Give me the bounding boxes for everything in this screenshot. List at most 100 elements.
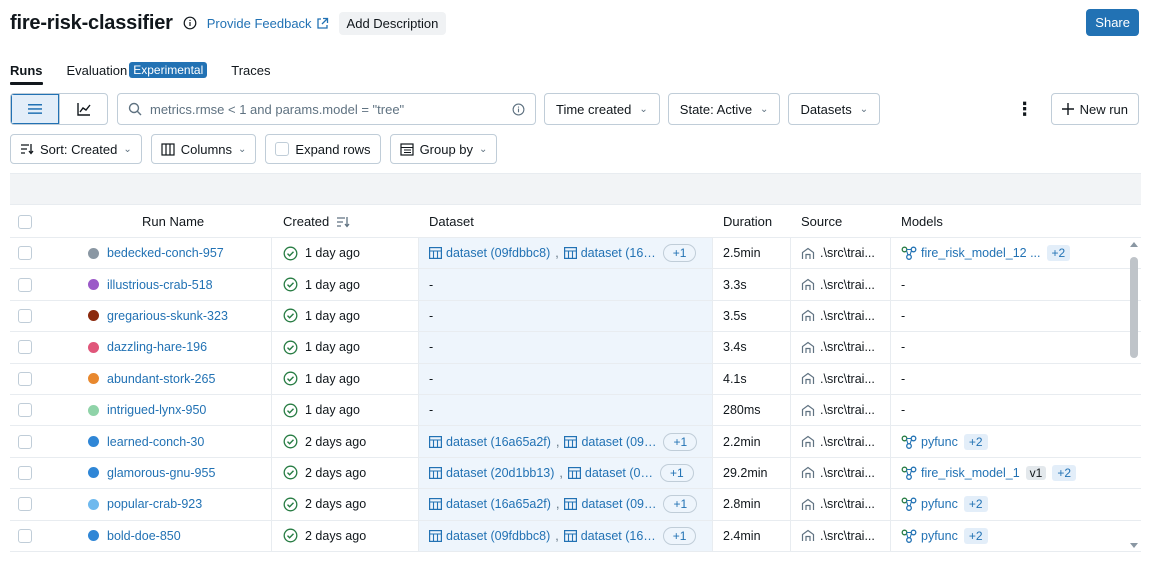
run-color-dot[interactable]	[88, 498, 99, 510]
dataset-link[interactable]: dataset (09fdbbc8)	[429, 246, 550, 260]
sort-dropdown[interactable]: Sort: Created ⌄	[10, 134, 142, 164]
model-link[interactable]: fire_risk_model_12 ...	[901, 246, 1041, 260]
run-name-link[interactable]: bedecked-conch-957	[107, 246, 224, 260]
run-name-link[interactable]: dazzling-hare-196	[107, 340, 207, 354]
run-name-link[interactable]: illustrious-crab-518	[107, 278, 213, 292]
more-datasets-button[interactable]: +1	[662, 526, 697, 545]
dataset-link[interactable]: dataset (09fdbbc8)	[429, 529, 550, 543]
more-datasets-button[interactable]: +1	[663, 495, 698, 514]
info-icon[interactable]	[183, 16, 197, 30]
provide-feedback-link[interactable]: Provide Feedback	[207, 16, 329, 31]
more-datasets-button[interactable]: +1	[662, 244, 697, 263]
datasets-dropdown[interactable]: Datasets ⌄	[788, 93, 881, 125]
table-row[interactable]: dazzling-hare-196 1 day ago - 3.4s .\src\tra…	[10, 332, 1141, 364]
run-color-dot[interactable]	[88, 341, 99, 353]
table-row[interactable]: bedecked-conch-957 1 day ago dataset (09fd…	[10, 238, 1141, 270]
add-description-button[interactable]: Add Description	[338, 11, 447, 35]
source-link[interactable]: .\src\trai...	[820, 435, 875, 449]
more-datasets-button[interactable]: +1	[660, 463, 694, 482]
row-checkbox[interactable]	[18, 246, 32, 261]
tab-runs[interactable]: Runs	[10, 63, 43, 85]
scroll-up-icon[interactable]	[1130, 242, 1138, 247]
row-checkbox[interactable]	[18, 497, 32, 512]
row-checkbox[interactable]	[18, 528, 32, 543]
tab-traces[interactable]: Traces	[231, 63, 270, 84]
header-models[interactable]: Models	[890, 206, 1110, 237]
run-color-dot[interactable]	[88, 279, 99, 291]
source-link[interactable]: .\src\trai...	[820, 529, 875, 543]
row-checkbox[interactable]	[18, 340, 32, 355]
row-checkbox[interactable]	[18, 403, 32, 418]
dataset-link[interactable]: dataset (16…	[563, 246, 656, 260]
row-checkbox[interactable]	[18, 277, 32, 292]
group-by-dropdown[interactable]: Group by ⌄	[389, 134, 498, 164]
table-row[interactable]: glamorous-gnu-955 2 days ago dataset (20d1…	[10, 457, 1141, 490]
source-link[interactable]: .\src\trai...	[820, 466, 875, 480]
model-link[interactable]: pyfunc	[901, 435, 958, 449]
header-duration[interactable]: Duration	[712, 206, 790, 237]
scroll-down-icon[interactable]	[1130, 543, 1138, 548]
table-view-button[interactable]	[11, 94, 59, 124]
run-name-link[interactable]: gregarious-skunk-323	[107, 309, 228, 323]
dataset-link[interactable]: dataset (09…	[564, 435, 656, 449]
run-color-dot[interactable]	[88, 373, 99, 385]
table-row[interactable]: gregarious-skunk-323 1 day ago - 3.5s .\src\…	[10, 300, 1141, 333]
chart-view-button[interactable]	[59, 94, 107, 124]
model-link[interactable]: pyfunc	[901, 497, 958, 511]
more-models-button[interactable]: +2	[963, 496, 988, 513]
source-link[interactable]: .\src\trai...	[820, 278, 875, 292]
table-row[interactable]: intrigued-lynx-950 1 day ago - 280ms .\src\t…	[10, 394, 1141, 427]
run-name-link[interactable]: bold-doe-850	[107, 529, 181, 543]
table-row[interactable]: illustrious-crab-518 1 day ago - 3.3s .\src\…	[10, 269, 1141, 301]
scrollbar-thumb[interactable]	[1130, 257, 1138, 358]
columns-dropdown[interactable]: Columns ⌄	[150, 134, 257, 164]
table-row[interactable]: popular-crab-923 2 days ago dataset (16a65…	[10, 489, 1141, 521]
expand-rows-toggle[interactable]: Expand rows	[265, 134, 381, 164]
dataset-link[interactable]: dataset (16a65a2f)	[429, 435, 551, 449]
run-color-dot[interactable]	[88, 436, 99, 448]
dataset-link[interactable]: dataset (20d1bb13)	[429, 466, 554, 480]
run-name-link[interactable]: glamorous-gnu-955	[107, 466, 215, 480]
source-link[interactable]: .\src\trai...	[820, 497, 875, 511]
model-link[interactable]: fire_risk_model_1	[901, 466, 1020, 480]
run-name-link[interactable]: learned-conch-30	[107, 435, 204, 449]
more-options-icon[interactable]: ⋮	[1015, 100, 1035, 118]
row-checkbox[interactable]	[18, 465, 32, 480]
share-button[interactable]: Share	[1086, 9, 1139, 36]
run-color-dot[interactable]	[88, 467, 99, 479]
header-created[interactable]: Created	[271, 206, 418, 237]
row-checkbox[interactable]	[18, 308, 32, 323]
header-dataset[interactable]: Dataset	[418, 206, 712, 237]
select-all-checkbox[interactable]	[18, 214, 32, 229]
more-models-button[interactable]: +2	[963, 527, 988, 544]
search-input[interactable]: metrics.rmse < 1 and params.model = "tre…	[117, 93, 536, 125]
more-datasets-button[interactable]: +1	[663, 432, 698, 451]
dataset-link[interactable]: dataset (16a65a2f)	[429, 497, 551, 511]
dataset-link[interactable]: dataset (09…	[564, 497, 656, 511]
source-link[interactable]: .\src\trai...	[820, 403, 875, 417]
header-run-name[interactable]: Run Name	[70, 206, 271, 237]
new-run-button[interactable]: New run	[1050, 93, 1139, 125]
source-link[interactable]: .\src\trai...	[820, 340, 875, 354]
table-row[interactable]: bold-doe-850 2 days ago dataset (09fdbbc8)…	[10, 520, 1141, 552]
dataset-link[interactable]: dataset (0…	[567, 466, 653, 480]
more-models-button[interactable]: +2	[963, 433, 988, 450]
source-link[interactable]: .\src\trai...	[820, 246, 875, 260]
more-models-button[interactable]: +2	[1046, 245, 1071, 262]
run-color-dot[interactable]	[88, 310, 99, 322]
run-color-dot[interactable]	[88, 404, 99, 416]
source-link[interactable]: .\src\trai...	[820, 309, 875, 323]
dataset-link[interactable]: dataset (16…	[563, 529, 656, 543]
info-icon[interactable]	[512, 103, 525, 116]
run-name-link[interactable]: abundant-stork-265	[107, 372, 215, 386]
run-color-dot[interactable]	[88, 530, 99, 542]
more-models-button[interactable]: +2	[1052, 464, 1077, 481]
table-row[interactable]: abundant-stork-265 1 day ago - 4.1s .\src\tr…	[10, 363, 1141, 395]
row-checkbox[interactable]	[18, 434, 32, 449]
header-source[interactable]: Source	[790, 206, 890, 237]
row-checkbox[interactable]	[18, 371, 32, 386]
tab-evaluation[interactable]: Evaluation Experimental	[67, 62, 208, 84]
expand-rows-checkbox[interactable]	[275, 142, 290, 156]
run-name-link[interactable]: intrigued-lynx-950	[107, 403, 206, 417]
table-row[interactable]: learned-conch-30 2 days ago dataset (16a65…	[10, 426, 1141, 458]
